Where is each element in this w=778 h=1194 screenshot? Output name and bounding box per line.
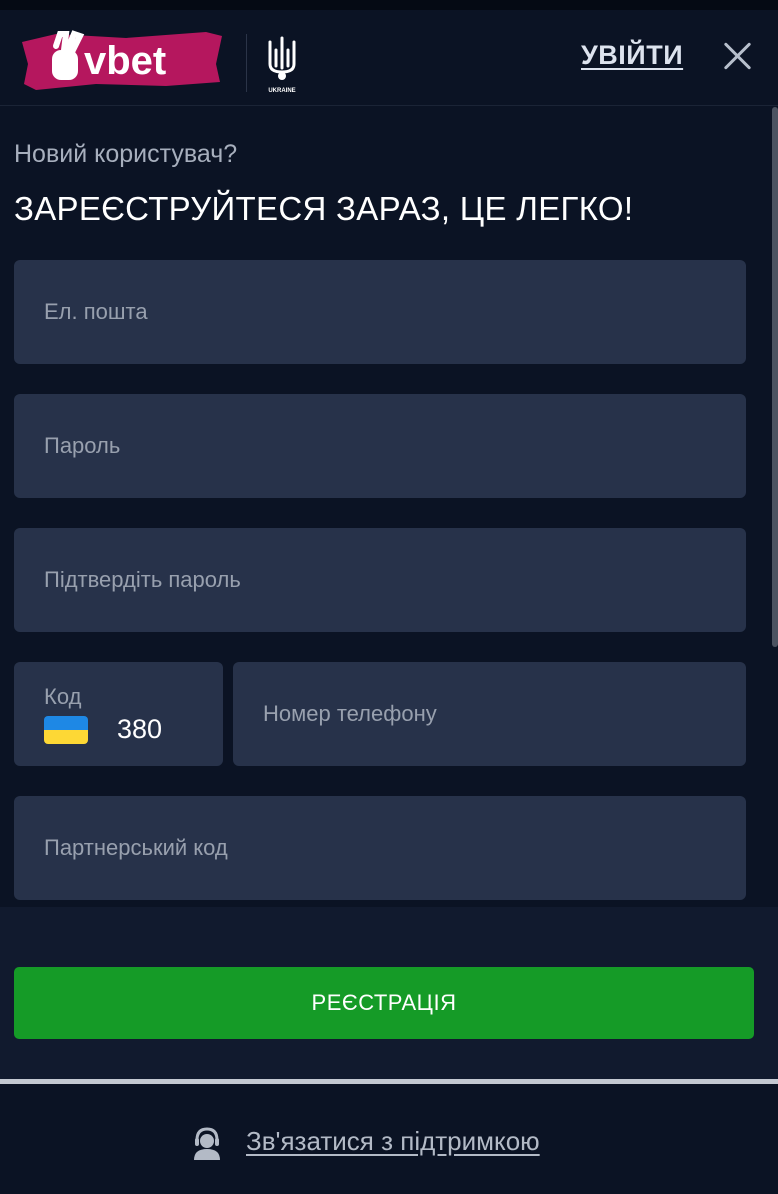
new-user-subtitle: Новий користувач? bbox=[14, 140, 238, 168]
partner-code-field-container bbox=[14, 796, 746, 900]
support-agent-icon[interactable] bbox=[191, 1126, 223, 1160]
ukraine-flag-icon bbox=[44, 716, 88, 744]
header-divider bbox=[246, 34, 247, 92]
login-link[interactable]: УВІЙТИ bbox=[581, 40, 683, 71]
confirm-password-field[interactable] bbox=[14, 528, 746, 632]
top-strip bbox=[0, 0, 778, 10]
password-field[interactable] bbox=[14, 394, 746, 498]
header: vbet UKRAINE УВІЙТИ bbox=[0, 10, 778, 106]
email-field[interactable] bbox=[14, 260, 746, 364]
register-button[interactable]: РЕЄСТРАЦІЯ bbox=[14, 967, 754, 1039]
contact-support-link[interactable]: Зв'язатися з підтримкою bbox=[246, 1126, 540, 1157]
vbet-logo[interactable]: vbet bbox=[16, 24, 226, 94]
confirm-password-field-container bbox=[14, 528, 746, 632]
country-code-select[interactable]: Код 380 bbox=[14, 662, 223, 766]
phone-field[interactable] bbox=[233, 662, 746, 766]
ukraine-trident-emblem: UKRAINE bbox=[268, 36, 296, 94]
phone-field-container bbox=[233, 662, 746, 766]
code-value: 380 bbox=[117, 714, 163, 744]
page-title: ЗАРЕЄСТРУЙТЕСЯ ЗАРАЗ, ЦЕ ЛЕГКО! bbox=[14, 190, 634, 227]
svg-text:UKRAINE: UKRAINE bbox=[268, 88, 295, 94]
scrollbar[interactable] bbox=[772, 107, 778, 647]
close-icon[interactable] bbox=[720, 38, 756, 74]
password-field-container bbox=[14, 394, 746, 498]
partner-code-field[interactable] bbox=[14, 796, 746, 900]
code-label: Код bbox=[44, 684, 82, 709]
svg-text:vbet: vbet bbox=[84, 39, 166, 83]
email-field-container bbox=[14, 260, 746, 364]
